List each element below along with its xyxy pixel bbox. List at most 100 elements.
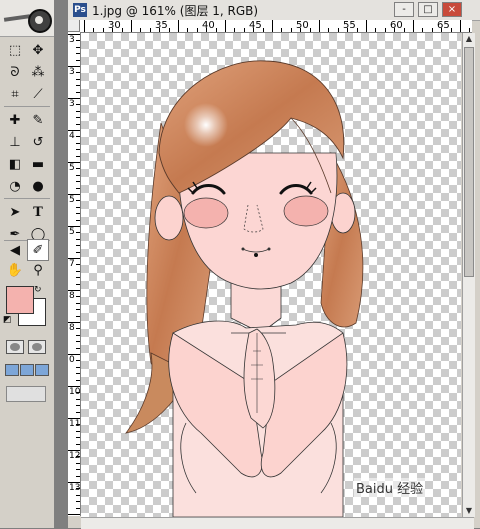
ruler-label: 45	[249, 20, 262, 31]
ruler-tick	[140, 28, 142, 32]
ruler-tick	[76, 110, 80, 112]
ruler-tick	[76, 181, 80, 183]
move-tool[interactable]: ✥	[28, 40, 48, 60]
path-select-tool[interactable]: ➤	[5, 202, 25, 222]
ruler-tick	[76, 494, 80, 496]
jump-to-imageready-button[interactable]	[6, 386, 46, 402]
hand-tool[interactable]: ✋	[5, 260, 25, 280]
magic-wand-tool[interactable]: ⁂	[28, 62, 48, 82]
ruler-tick	[76, 232, 80, 234]
brush-tool[interactable]: ✎	[28, 110, 48, 130]
dodge-tool[interactable]: ●	[28, 176, 48, 196]
ruler-tick	[68, 194, 80, 195]
ruler-tick	[102, 28, 104, 32]
ruler-tick	[187, 28, 189, 32]
ruler-tick	[76, 366, 80, 368]
quick-mask-button[interactable]	[28, 340, 46, 354]
ruler-tick	[300, 28, 302, 32]
ruler-tick	[76, 53, 80, 55]
horizontal-scrollbar[interactable]	[81, 517, 474, 529]
close-button[interactable]: ×	[442, 2, 462, 17]
vertical-ruler[interactable]: 3 3 3 4 5 5 5 7 8 8 0 10 11 12 13	[68, 32, 81, 516]
swap-colors-icon[interactable]: ↻	[34, 285, 42, 295]
ruler-tick	[366, 20, 367, 32]
document-window: Ps 1.jpg @ 161% (图层 1, RGB) - □ × 30 35 …	[68, 0, 480, 529]
default-colors-icon[interactable]: ◩	[3, 315, 12, 325]
eyedropper-tool[interactable]: ✐	[27, 239, 49, 261]
ruler-tick	[68, 226, 80, 227]
ruler-label: 5	[69, 227, 75, 237]
eraser-tool[interactable]: ◧	[5, 154, 25, 174]
ruler-tick	[413, 20, 414, 32]
image-canvas[interactable]	[81, 33, 461, 517]
ruler-tick	[112, 28, 114, 32]
ruler-tick	[76, 72, 80, 74]
ruler-tick	[84, 20, 85, 32]
ruler-tick	[290, 28, 292, 32]
minimize-button[interactable]: -	[394, 2, 414, 17]
ruler-tick	[93, 28, 95, 32]
ruler-label: 65	[437, 20, 450, 31]
ruler-tick	[243, 28, 245, 32]
scrollbar-thumb[interactable]	[464, 47, 474, 277]
maximize-button[interactable]: □	[418, 2, 438, 17]
ruler-tick	[76, 213, 80, 215]
ruler-tick	[76, 187, 80, 189]
crop-tool[interactable]: ⌗	[5, 84, 25, 104]
chin-dot	[254, 253, 258, 257]
ruler-tick	[76, 501, 80, 503]
zoom-icon: ⚲	[33, 262, 43, 278]
ruler-tick	[76, 59, 80, 61]
ruler-tick	[76, 360, 80, 362]
document-title-bar[interactable]: Ps 1.jpg @ 161% (图层 1, RGB) - □ ×	[68, 0, 480, 21]
marquee-tool[interactable]: ⬚	[5, 40, 25, 60]
ruler-tick	[319, 20, 320, 32]
ruler-tick	[76, 309, 80, 311]
healing-brush-tool[interactable]: ✚	[5, 110, 25, 130]
clone-stamp-tool[interactable]: ⊥	[5, 132, 25, 152]
standard-mode-button[interactable]	[6, 340, 24, 354]
slice-tool[interactable]: ⟋	[28, 84, 48, 104]
ruler-tick	[131, 20, 132, 32]
scroll-up-icon[interactable]: ▲	[464, 33, 474, 45]
foreground-color-swatch[interactable]	[6, 286, 34, 314]
ruler-tick	[68, 354, 80, 355]
ruler-tick	[234, 28, 236, 32]
notes-tool[interactable]: ◀	[5, 240, 25, 260]
ruler-label: 3	[69, 99, 75, 109]
ruler-tick	[76, 507, 80, 509]
vertical-scrollbar[interactable]: ▲ ▼	[462, 33, 475, 517]
ruler-tick	[76, 334, 80, 336]
ruler-tick	[76, 373, 80, 375]
history-brush-tool[interactable]: ↺	[28, 132, 48, 152]
horizontal-ruler[interactable]: 30 35 40 45 50 55 60 65	[80, 20, 472, 33]
right-blush	[283, 195, 329, 227]
full-screen-menu-mode-button[interactable]	[20, 364, 34, 376]
blur-tool[interactable]: ◔	[5, 176, 25, 196]
left-blush	[183, 197, 229, 229]
scroll-down-icon[interactable]: ▼	[464, 505, 474, 517]
toolbox-divider	[4, 198, 50, 199]
ruler-label: 60	[390, 20, 403, 31]
ruler-tick	[375, 28, 377, 32]
ruler-tick	[328, 28, 330, 32]
ruler-label: 8	[69, 291, 75, 301]
ruler-origin[interactable]	[68, 20, 80, 32]
lasso-tool[interactable]: ᘐ	[5, 62, 25, 82]
gradient-tool[interactable]: ▬	[28, 154, 48, 174]
ruler-tick	[76, 328, 80, 330]
close-icon: ×	[447, 4, 457, 15]
standard-screen-mode-button[interactable]	[5, 364, 19, 376]
zoom-tool[interactable]: ⚲	[28, 260, 48, 280]
full-screen-mode-button[interactable]	[35, 364, 49, 376]
ruler-tick	[76, 347, 80, 349]
type-tool[interactable]: T	[28, 202, 48, 222]
ruler-label: 5	[69, 195, 75, 205]
ruler-label: 35	[155, 20, 168, 31]
ruler-tick	[337, 28, 339, 32]
photoshop-logo-bar[interactable]	[0, 0, 54, 37]
document-title: 1.jpg @ 161% (图层 1, RGB)	[92, 4, 259, 18]
ruler-tick	[76, 219, 80, 221]
ruler-tick	[76, 379, 80, 381]
marquee-icon: ⬚	[8, 42, 22, 58]
